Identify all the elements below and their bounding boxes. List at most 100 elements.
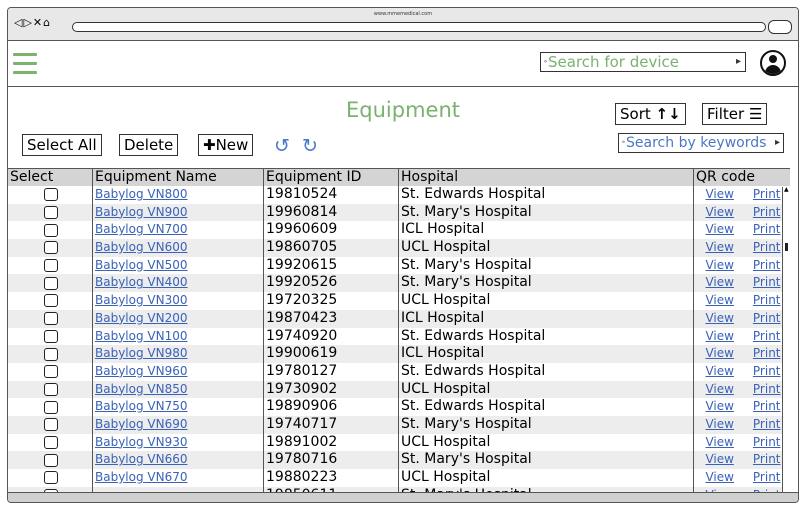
row-checkbox[interactable] (44, 329, 58, 343)
row-checkbox[interactable] (44, 294, 58, 308)
equipment-name-link[interactable]: Babylog VN670 (95, 470, 188, 484)
qr-view-link[interactable]: View (705, 469, 733, 487)
address-bar[interactable] (72, 22, 766, 32)
redo-icon[interactable]: ↻ (302, 135, 318, 157)
qr-print-link[interactable]: Print (753, 274, 781, 292)
equipment-name-link[interactable]: Babylog VN200 (95, 311, 188, 325)
qr-print-link[interactable]: Print (753, 186, 781, 204)
search-caret-icon: ▸ (774, 137, 780, 148)
qr-print-link[interactable]: Print (753, 310, 781, 328)
header-qr-code[interactable]: QR code (694, 169, 790, 186)
header-select[interactable]: Select (8, 169, 93, 186)
equipment-name-link[interactable]: Babylog VN660 (95, 452, 188, 466)
delete-button[interactable]: Delete (119, 134, 179, 156)
qr-print-link[interactable]: Print (753, 363, 781, 381)
horizontal-scrollbar[interactable] (8, 492, 798, 502)
sort-button[interactable]: Sort ↑↓ (615, 103, 686, 125)
equipment-table: Select Equipment Name Equipment ID Hospi… (8, 168, 790, 497)
row-checkbox[interactable] (44, 206, 58, 220)
filter-button[interactable]: Filter ☰ (702, 103, 768, 125)
row-checkbox[interactable] (44, 188, 58, 202)
equipment-name-link[interactable]: Babylog VN900 (95, 205, 188, 219)
qr-view-link[interactable]: View (705, 274, 733, 292)
keyword-search-input[interactable]: ⚬Search by keywords ▸ (618, 133, 784, 153)
qr-print-link[interactable]: Print (753, 239, 781, 257)
row-checkbox[interactable] (44, 453, 58, 467)
equipment-name-link[interactable]: Babylog VN500 (95, 258, 188, 272)
equipment-name-link[interactable]: Babylog VN980 (95, 346, 188, 360)
table-scrollbar[interactable]: ▲ (782, 187, 790, 497)
qr-view-link[interactable]: View (705, 186, 733, 204)
user-avatar-icon[interactable] (760, 50, 786, 76)
qr-view-link[interactable]: View (705, 363, 733, 381)
table-row: Babylog VN700 19960609 ICL Hospital View Pri… (8, 221, 790, 240)
qr-print-link[interactable]: Print (753, 469, 781, 487)
qr-view-link[interactable]: View (705, 221, 733, 239)
qr-print-link[interactable]: Print (753, 204, 781, 222)
qr-print-link[interactable]: Print (753, 451, 781, 469)
qr-print-link[interactable]: Print (753, 416, 781, 434)
row-checkbox[interactable] (44, 382, 58, 396)
equipment-name-link[interactable]: Babylog VN600 (95, 240, 188, 254)
equipment-name-link[interactable]: Babylog VN800 (95, 187, 188, 201)
scroll-up-icon[interactable]: ▲ (784, 187, 789, 193)
equipment-name-link[interactable]: Babylog VN850 (95, 382, 188, 396)
row-checkbox[interactable] (44, 418, 58, 432)
scroll-thumb[interactable] (785, 243, 788, 251)
qr-cell: View Print (694, 416, 790, 434)
qr-view-link[interactable]: View (705, 398, 733, 416)
equipment-name-link[interactable]: Babylog VN930 (95, 435, 188, 449)
equipment-name-link[interactable]: Babylog VN100 (95, 329, 188, 343)
row-checkbox[interactable] (44, 259, 58, 273)
qr-print-link[interactable]: Print (753, 257, 781, 275)
qr-print-link[interactable]: Print (753, 292, 781, 310)
equipment-name-link[interactable]: Babylog VN300 (95, 293, 188, 307)
header-hospital[interactable]: Hospital (399, 169, 694, 186)
equipment-name-link[interactable]: Babylog VN690 (95, 417, 188, 431)
row-checkbox[interactable] (44, 471, 58, 485)
row-checkbox[interactable] (44, 312, 58, 326)
row-checkbox[interactable] (44, 223, 58, 237)
qr-cell: View Print (694, 186, 790, 204)
equipment-name-link[interactable]: Babylog VN700 (95, 222, 188, 236)
hospital-cell: St. Mary's Hospital (399, 256, 694, 275)
row-select-cell (8, 274, 93, 293)
new-button[interactable]: ✚New (198, 134, 254, 156)
qr-view-link[interactable]: View (705, 257, 733, 275)
qr-view-link[interactable]: View (705, 310, 733, 328)
equipment-name-link[interactable]: Babylog VN400 (95, 275, 188, 289)
row-checkbox[interactable] (44, 241, 58, 255)
qr-view-link[interactable]: View (705, 434, 733, 452)
qr-print-link[interactable]: Print (753, 434, 781, 452)
select-all-button[interactable]: Select All (22, 134, 102, 156)
header-equipment-name[interactable]: Equipment Name (93, 169, 264, 186)
qr-print-link[interactable]: Print (753, 221, 781, 239)
row-checkbox[interactable] (44, 400, 58, 414)
browser-search-icon[interactable] (768, 20, 792, 34)
qr-print-link[interactable]: Print (753, 328, 781, 346)
qr-print-link[interactable]: Print (753, 398, 781, 416)
hospital-cell: ICL Hospital (399, 309, 694, 328)
row-checkbox[interactable] (44, 435, 58, 449)
row-checkbox[interactable] (44, 365, 58, 379)
undo-icon[interactable]: ↺ (274, 135, 290, 157)
row-checkbox[interactable] (44, 347, 58, 361)
qr-view-link[interactable]: View (705, 328, 733, 346)
equipment-name-link[interactable]: Babylog VN960 (95, 364, 188, 378)
qr-view-link[interactable]: View (705, 204, 733, 222)
qr-print-link[interactable]: Print (753, 381, 781, 399)
browser-nav-icons[interactable]: ◁▷✕⌂ (14, 16, 51, 29)
qr-print-link[interactable]: Print (753, 345, 781, 363)
equipment-name-link[interactable]: Babylog VN750 (95, 399, 188, 413)
row-checkbox[interactable] (44, 276, 58, 290)
hamburger-menu-icon[interactable] (13, 53, 37, 75)
qr-view-link[interactable]: View (705, 416, 733, 434)
table-row: Babylog VN100 19740920 St. Edwards Hospita… (8, 327, 790, 346)
qr-view-link[interactable]: View (705, 381, 733, 399)
qr-view-link[interactable]: View (705, 292, 733, 310)
qr-view-link[interactable]: View (705, 451, 733, 469)
qr-view-link[interactable]: View (705, 239, 733, 257)
header-equipment-id[interactable]: Equipment ID (264, 169, 399, 186)
qr-view-link[interactable]: View (705, 345, 733, 363)
device-search-input[interactable]: ⚬Search for device ▸ (540, 52, 746, 72)
